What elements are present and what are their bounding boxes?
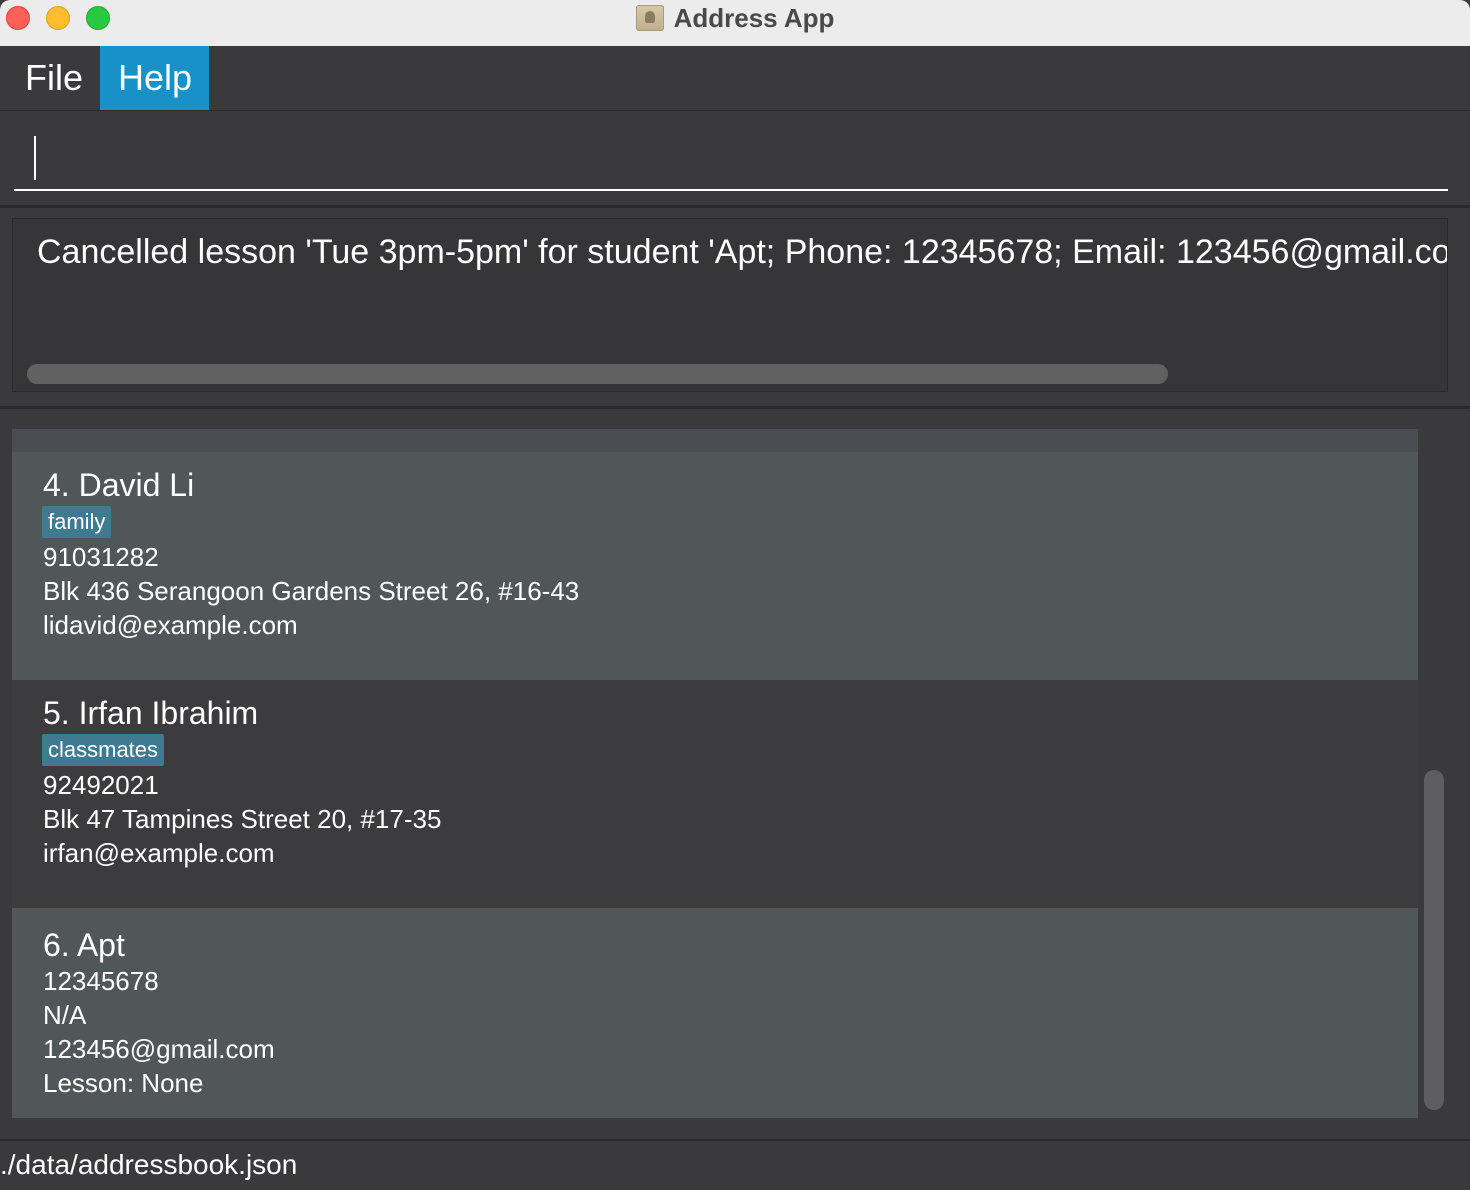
person-name: 6. Apt [43, 927, 125, 963]
app-window: Address App File Help Cancelled lesson '… [0, 0, 1470, 1190]
person-lesson: Lesson: None [43, 1068, 204, 1098]
result-display-panel: Cancelled lesson 'Tue 3pm-5pm' for stude… [0, 208, 1470, 409]
result-message: Cancelled lesson 'Tue 3pm-5pm' for stude… [37, 233, 1448, 271]
vertical-scrollbar-thumb[interactable] [1424, 770, 1444, 1110]
person-list[interactable]: 4. David Li family 91031282 Blk 436 Sera… [0, 409, 1470, 1139]
person-email: 123456@gmail.com [43, 1034, 275, 1064]
person-tag: classmates [42, 734, 165, 766]
person-card[interactable]: 5. Irfan Ibrahim classmates 92492021 Blk… [12, 680, 1418, 908]
person-card[interactable]: 4. David Li family 91031282 Blk 436 Sera… [12, 452, 1418, 680]
menu-bar: File Help [0, 46, 1470, 111]
person-tag: family [42, 506, 112, 538]
person-phone: 91031282 [43, 542, 159, 572]
window-title: Address App [673, 2, 835, 33]
person-name: 5. Irfan Ibrahim [43, 695, 259, 731]
person-address: N/A [43, 1000, 87, 1030]
person-phone: 92492021 [43, 770, 159, 800]
person-address: Blk 436 Serangoon Gardens Street 26, #16… [43, 576, 580, 606]
person-name: 4. David Li [43, 467, 195, 503]
menu-help[interactable]: Help [100, 46, 210, 110]
command-box-panel [0, 111, 1470, 208]
menu-file[interactable]: File [0, 46, 100, 110]
status-bar: ./data/addressbook.json [0, 1139, 1470, 1190]
person-card-partial [12, 429, 1418, 452]
address-book-icon [635, 5, 664, 31]
text-caret [34, 136, 36, 180]
horizontal-scrollbar[interactable] [27, 364, 1168, 384]
title-bar: Address App [0, 0, 1470, 47]
person-phone: 12345678 [43, 966, 159, 996]
result-display[interactable]: Cancelled lesson 'Tue 3pm-5pm' for stude… [12, 218, 1448, 392]
person-card[interactable]: 6. Apt 12345678 N/A 123456@gmail.com Les… [12, 908, 1418, 1118]
command-input[interactable] [14, 127, 1448, 191]
save-location-path: ./data/addressbook.json [0, 1149, 298, 1180]
person-email: irfan@example.com [43, 838, 275, 868]
window-title-group: Address App [0, 0, 1470, 36]
person-address: Blk 47 Tampines Street 20, #17-35 [43, 804, 442, 834]
person-email: lidavid@example.com [43, 610, 298, 640]
